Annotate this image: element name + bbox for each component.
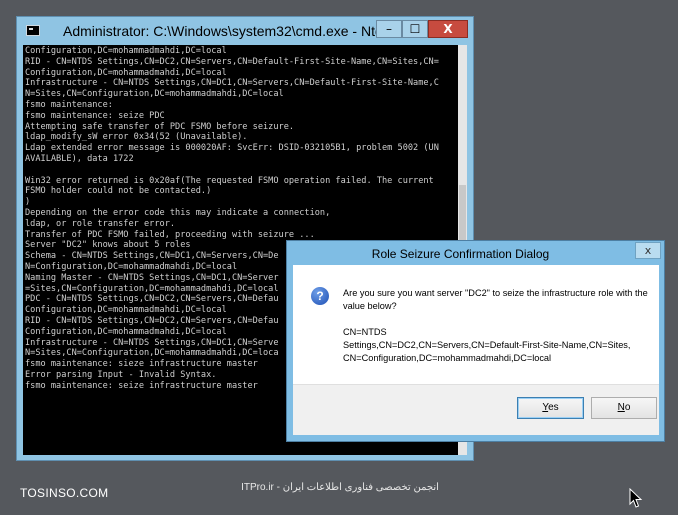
console-line: AVAILABLE), data 1722: [25, 153, 134, 164]
dialog-close-icon[interactable]: x: [635, 242, 661, 259]
console-line: RID - CN=NTDS Settings,CN=DC2,CN=Servers…: [25, 56, 439, 67]
cmd-titlebar[interactable]: Administrator: C:\Windows\system32\cmd.e…: [17, 17, 473, 45]
dialog-question: Are you sure you want server "DC2" to se…: [343, 288, 648, 311]
yes-button[interactable]: Yes: [517, 397, 584, 419]
console-line: Ldap extended error message is 000020AF:…: [25, 143, 439, 154]
console-line: Win32 error returned is 0x20af(The reque…: [25, 175, 434, 186]
cmd-window-title: Administrator: C:\Windows\system32\cmd.e…: [63, 23, 408, 39]
console-line: Transfer of PDC FSMO failed, proceeding …: [25, 229, 315, 240]
role-seizure-dialog: Role Seizure Confirmation Dialog x ? Are…: [286, 240, 665, 442]
console-line: ): [25, 197, 31, 208]
dialog-value-line: CN=Configuration,DC=mohammadmahdi,DC=loc…: [343, 353, 552, 363]
mouse-cursor-icon: [629, 488, 643, 508]
console-line: fsmo maintenance:: [25, 99, 113, 110]
console-line: Depending on the error code this may ind…: [25, 207, 331, 218]
console-line: Attempting safe transfer of PDC FSMO bef…: [25, 121, 295, 132]
console-line: N=Sites,CN=Configuration,DC=mohammadmahd…: [25, 89, 284, 100]
dialog-body: ? Are you sure you want server "DC2" to …: [293, 265, 659, 384]
dialog-title: Role Seizure Confirmation Dialog: [371, 247, 550, 261]
no-button-label: o: [624, 402, 631, 413]
console-line: fsmo maintenance: seize PDC: [25, 110, 165, 121]
close-button[interactable]: X: [428, 20, 468, 38]
console-line: ldap_modify_sW error 0x34(52 (Unavailabl…: [25, 132, 248, 143]
console-line: Configuration,DC=mohammadmahdi,DC=local: [25, 67, 227, 78]
dialog-message: Are you sure you want server "DC2" to se…: [343, 287, 655, 365]
brand-tagline: انجمن تخصصی فناوری اطلاعات ایران - ITPro…: [241, 482, 439, 493]
minimize-button[interactable]: –: [376, 20, 402, 38]
console-line: Configuration,DC=mohammadmahdi,DC=local: [25, 46, 227, 56]
no-button-accesskey: N: [617, 402, 625, 413]
brand-watermark: TOSINSO.COM: [20, 486, 109, 500]
no-button[interactable]: No: [591, 397, 657, 419]
console-line: FSMO holder could not be contacted.): [25, 186, 212, 197]
maximize-button[interactable]: ☐: [402, 20, 428, 38]
dialog-value-line: CN=NTDS: [343, 327, 387, 337]
yes-button-label: es: [548, 402, 559, 413]
dialog-value-line: Settings,CN=DC2,CN=Servers,CN=Default-Fi…: [343, 340, 631, 350]
console-line: Infrastructure - CN=NTDS Settings,CN=DC1…: [25, 78, 439, 89]
cmd-icon: [26, 25, 40, 36]
cmd-window-controls: – ☐ X: [376, 20, 468, 38]
console-line: ldap, or role transfer error.: [25, 218, 176, 229]
dialog-button-bar: Yes No: [293, 384, 659, 435]
question-icon: ?: [311, 287, 329, 305]
